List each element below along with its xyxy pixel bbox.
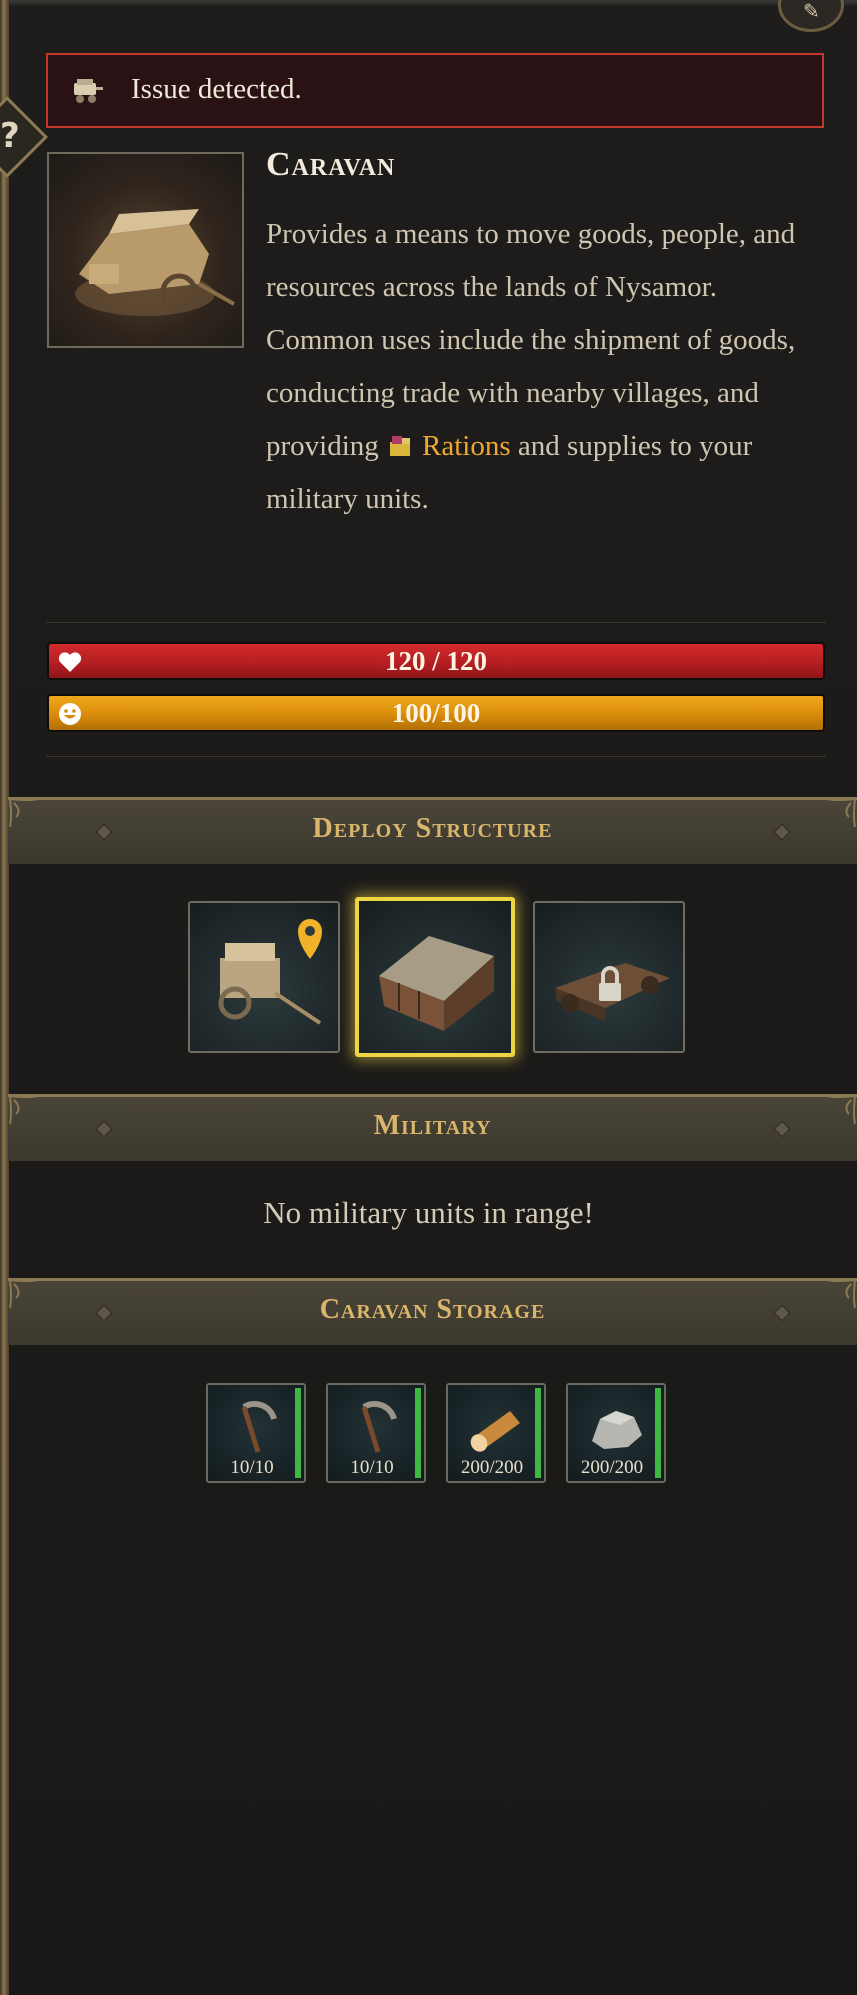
flourish-right-icon bbox=[826, 1095, 856, 1125]
caravan-warning-icon bbox=[74, 79, 103, 103]
storage-quantity: 200/200 bbox=[460, 1457, 524, 1478]
storage-quantity: 200/200 bbox=[580, 1457, 644, 1478]
sickle-icon bbox=[361, 1400, 397, 1453]
section-title-deploy: Deploy Structure bbox=[312, 813, 553, 844]
section-header-deploy: Deploy Structure bbox=[8, 797, 857, 864]
building-title: Caravan bbox=[266, 146, 396, 183]
morale-bar: 100/100 bbox=[47, 694, 825, 732]
description-text: Provides a means to move goods, people, … bbox=[266, 218, 796, 462]
caravan-portrait bbox=[47, 152, 244, 348]
section-header-military: Military bbox=[8, 1094, 857, 1161]
issue-text: Issue detected. bbox=[131, 73, 302, 105]
section-title-military: Military bbox=[373, 1110, 492, 1141]
rations-icon bbox=[390, 436, 411, 456]
storage-slot-stone[interactable]: 200/200 bbox=[566, 1383, 666, 1483]
help-icon: ? bbox=[0, 116, 20, 156]
flourish-right-icon bbox=[826, 1279, 856, 1309]
morale-value: 100/100 bbox=[391, 698, 481, 728]
issue-banner[interactable]: Issue detected. bbox=[46, 53, 824, 128]
stone-icon bbox=[592, 1411, 642, 1449]
no-military-units-text: No military units in range! bbox=[263, 1195, 594, 1230]
storage-quantity: 10/10 bbox=[230, 1457, 274, 1478]
log-icon bbox=[470, 1411, 520, 1452]
sickle-icon bbox=[241, 1400, 277, 1453]
section-title-storage: Caravan Storage bbox=[319, 1294, 546, 1325]
section-header-storage: Caravan Storage bbox=[8, 1278, 857, 1345]
storage-quantity: 10/10 bbox=[350, 1457, 394, 1478]
panel-left-border bbox=[0, 0, 9, 1995]
divider bbox=[46, 756, 826, 757]
deploy-option-caravan[interactable] bbox=[188, 901, 340, 1053]
deploy-option-locked[interactable] bbox=[533, 901, 685, 1053]
divider bbox=[46, 622, 826, 623]
storage-slot-log[interactable]: 200/200 bbox=[446, 1383, 546, 1483]
wooden-hall-icon bbox=[379, 936, 494, 1031]
building-description: Provides a means to move goods, people, … bbox=[266, 208, 826, 526]
flourish-right-icon bbox=[826, 798, 856, 828]
caravan-with-pin-icon bbox=[218, 919, 322, 1025]
storage-slot-sickle[interactable]: 10/10 bbox=[206, 1383, 306, 1483]
health-bar: 120 / 120 bbox=[47, 642, 825, 680]
rations-link[interactable]: Rations bbox=[422, 430, 511, 462]
locked-siege-icon bbox=[555, 963, 670, 1021]
caravan-illustration bbox=[75, 209, 235, 316]
storage-slot-sickle[interactable]: 10/10 bbox=[326, 1383, 426, 1483]
close-icon: ✎ bbox=[803, 0, 820, 23]
top-strip bbox=[9, 0, 857, 6]
deploy-option-structure[interactable] bbox=[355, 897, 515, 1057]
health-value: 120 / 120 bbox=[384, 646, 487, 676]
